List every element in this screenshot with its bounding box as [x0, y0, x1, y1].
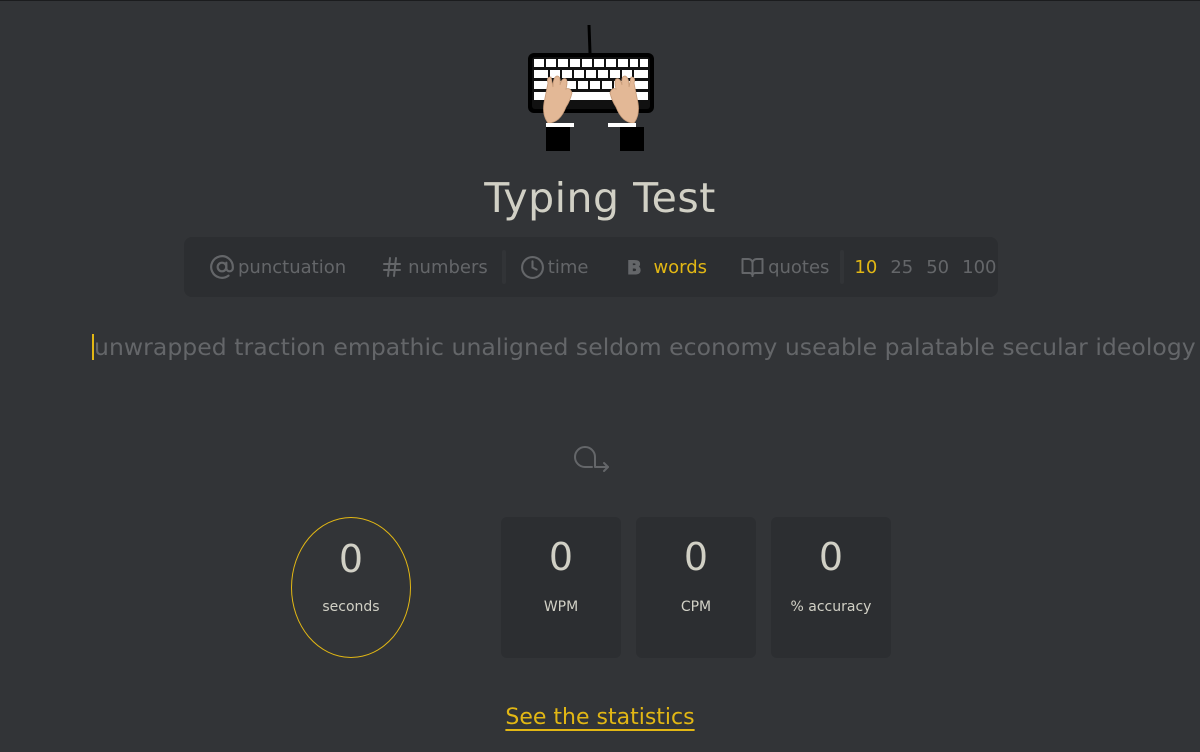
- at-icon: [210, 255, 234, 279]
- words-text: unwrapped traction empathic unaligned se…: [94, 333, 1196, 361]
- punctuation-label: punctuation: [238, 256, 347, 278]
- config-divider: [501, 250, 506, 284]
- numbers-label: numbers: [408, 256, 488, 278]
- test-config-bar: punctuation numbers time B words quotes …: [184, 237, 998, 297]
- word-count-50[interactable]: 50: [926, 257, 949, 278]
- book-icon: [741, 258, 764, 277]
- wpm-value: 0: [548, 535, 574, 579]
- wpm-label: WPM: [543, 599, 579, 615]
- accuracy-value: 0: [818, 535, 844, 579]
- numbers-toggle[interactable]: numbers: [380, 237, 488, 297]
- word-count-100[interactable]: 100: [962, 257, 996, 278]
- punctuation-toggle[interactable]: punctuation: [209, 237, 346, 297]
- config-divider: [840, 250, 845, 284]
- accuracy-label: % accuracy: [790, 599, 872, 615]
- timer-stat: 0 seconds: [291, 517, 411, 658]
- quotes-label: quotes: [768, 256, 830, 278]
- timer-value: 0: [338, 537, 364, 581]
- timer-label: seconds: [322, 599, 380, 615]
- word-count-10[interactable]: 10: [854, 257, 877, 278]
- restart-arrow-icon[interactable]: [572, 435, 612, 475]
- svg-text:B: B: [627, 257, 641, 278]
- bold-b-icon: B: [627, 257, 642, 279]
- wpm-stat: 0 WPM: [501, 517, 621, 658]
- cpm-value: 0: [683, 535, 709, 579]
- keyboard-hands-logo: [528, 24, 654, 151]
- typing-words-area[interactable]: unwrapped traction empathic unaligned se…: [92, 331, 1196, 363]
- mode-time[interactable]: time: [520, 237, 589, 297]
- time-label: time: [547, 256, 589, 278]
- page-title: Typing Test: [484, 174, 716, 222]
- mode-quotes[interactable]: quotes: [740, 237, 829, 297]
- see-statistics-link[interactable]: See the statistics: [0, 705, 1200, 730]
- word-count-25[interactable]: 25: [890, 257, 913, 278]
- cpm-label: CPM: [680, 599, 712, 615]
- words-label: words: [653, 256, 708, 278]
- hash-icon: [383, 257, 402, 277]
- mode-words[interactable]: B words: [626, 237, 707, 297]
- accuracy-stat: 0 % accuracy: [771, 517, 891, 658]
- cpm-stat: 0 CPM: [636, 517, 756, 658]
- clock-icon: [520, 255, 544, 279]
